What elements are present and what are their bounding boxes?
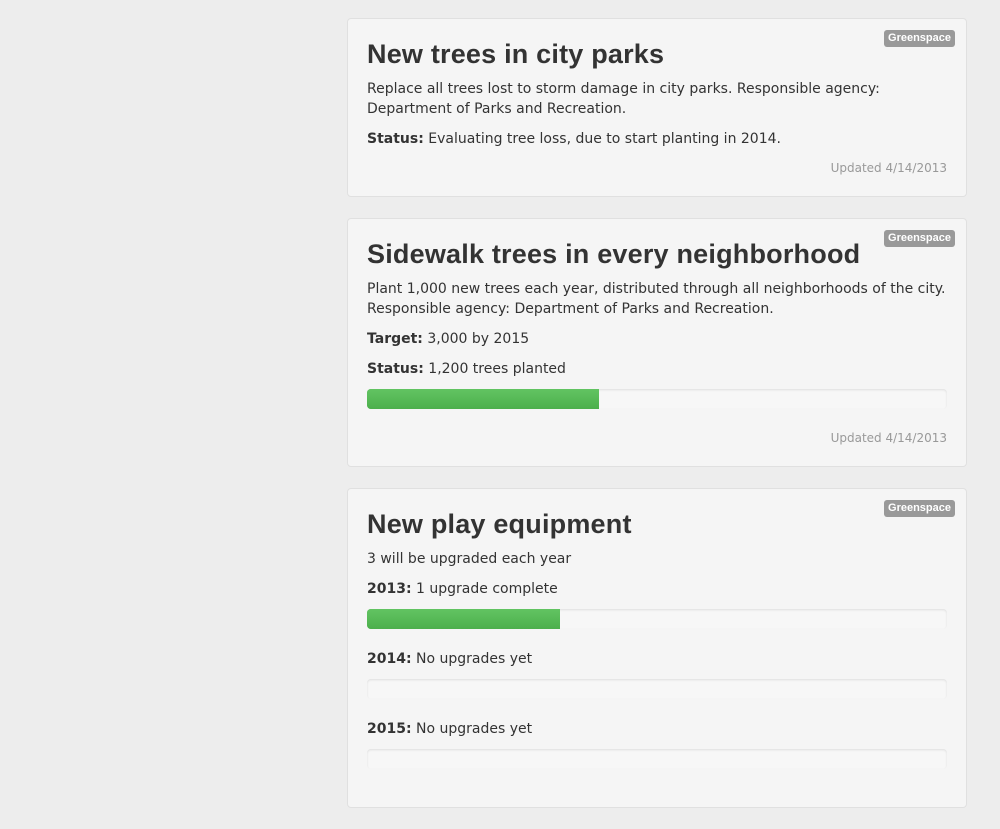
goal-title: Sidewalk trees in every neighborhood [367,239,861,269]
updated-date: Updated 4/14/2013 [830,161,947,175]
updated-date: Updated 4/14/2013 [830,431,947,445]
progress-fill [367,389,599,409]
year-label: 2015: [367,721,412,737]
goal-status: Status: Evaluating tree loss, due to sta… [367,129,947,149]
goal-description: Replace all trees lost to storm damage i… [367,81,880,117]
year-status-2015: 2015: No upgrades yet [367,719,947,739]
goal-description: 3 will be upgraded each year [367,551,572,567]
status-label: Status: [367,361,424,377]
goals-list: Greenspace New trees in city parks Repla… [347,18,967,829]
goal-card-park-trees: Greenspace New trees in city parks Repla… [347,18,967,197]
year-label: 2013: [367,581,412,597]
category-badge[interactable]: Greenspace [884,30,955,47]
status-text: Evaluating tree loss, due to start plant… [428,131,781,147]
status-label: Status: [367,131,424,147]
goal-title: New play equipment [367,509,632,539]
goal-target: Target: 3,000 by 2015 [367,329,947,349]
goal-title: New trees in city parks [367,39,665,69]
target-text: 3,000 by 2015 [427,331,530,347]
year-text: No upgrades yet [416,721,533,737]
goal-card-play-equipment: Greenspace New play equipment 3 will be … [347,488,967,808]
year-label: 2014: [367,651,412,667]
year-text: 1 upgrade complete [416,581,558,597]
progress-bar-2014 [367,679,947,699]
progress-bar [367,389,947,409]
goal-status: Status: 1,200 trees planted [367,359,947,379]
year-status-2014: 2014: No upgrades yet [367,649,947,669]
category-badge[interactable]: Greenspace [884,500,955,517]
goal-description: Plant 1,000 new trees each year, distrib… [367,281,946,317]
target-label: Target: [367,331,423,347]
progress-fill [367,609,561,629]
goal-card-sidewalk-trees: Greenspace Sidewalk trees in every neigh… [347,218,967,467]
status-text: 1,200 trees planted [428,361,566,377]
category-badge[interactable]: Greenspace [884,230,955,247]
year-status-2013: 2013: 1 upgrade complete [367,579,947,599]
year-text: No upgrades yet [416,651,533,667]
progress-bar-2015 [367,749,947,769]
progress-bar-2013 [367,609,947,629]
